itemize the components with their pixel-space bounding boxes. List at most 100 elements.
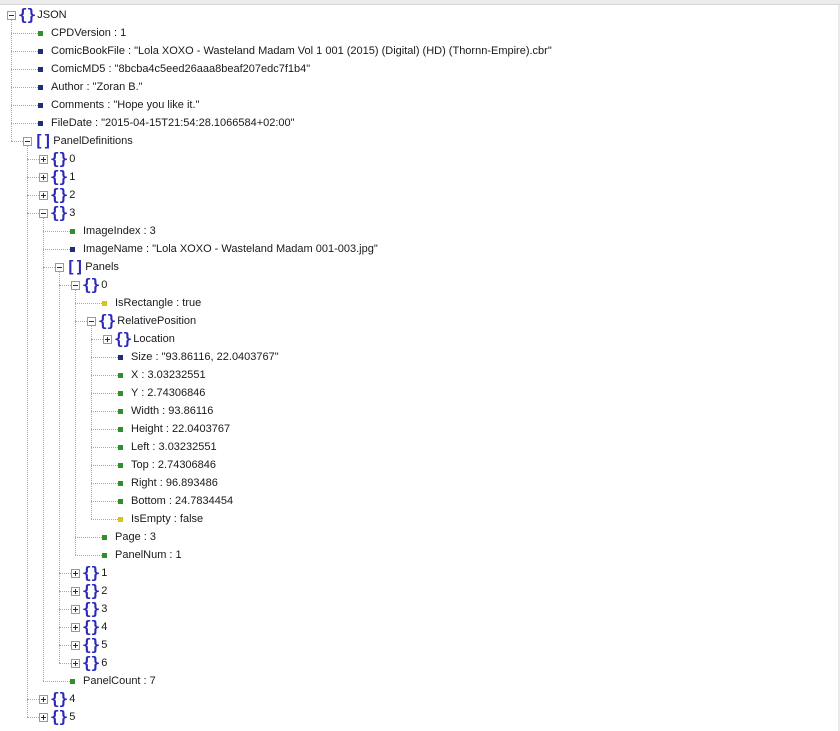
expand-toggle-icon[interactable]: [71, 622, 80, 632]
collapse-toggle-icon[interactable]: [55, 262, 64, 272]
tree-node-object[interactable]: {} 6: [71, 654, 107, 672]
tree-leaf-number[interactable]: ImageIndex : 3: [70, 222, 156, 240]
tree-connector: [91, 339, 103, 340]
expand-toggle-icon[interactable]: [71, 604, 80, 614]
collapse-toggle-icon[interactable]: [7, 10, 16, 20]
tree-guide-line: [91, 325, 92, 519]
collapse-toggle-icon[interactable]: [71, 280, 80, 290]
tree-leaf-boolean[interactable]: IsEmpty : false: [118, 510, 203, 528]
expand-toggle-icon[interactable]: [39, 172, 48, 182]
collapse-toggle-icon[interactable]: [39, 208, 48, 218]
tree-connector: [75, 303, 102, 304]
tree-node-label: FileDate : "2015-04-15T21:54:28.1066584+…: [51, 117, 295, 129]
tree-connector: [59, 609, 71, 610]
tree-node-array[interactable]: [] PanelDefinitions: [23, 132, 133, 150]
expand-toggle-icon[interactable]: [103, 334, 112, 344]
object-braces-icon: {}: [114, 329, 132, 348]
object-braces-icon: {}: [82, 275, 100, 294]
tree-leaf-boolean[interactable]: IsRectangle : true: [102, 294, 201, 312]
tree-node-object[interactable]: {} 1: [39, 168, 75, 186]
object-braces-icon: {}: [82, 653, 100, 672]
tree-node-label: PanelCount : 7: [83, 675, 156, 687]
tree-node-label: Author : "Zoran B.": [51, 81, 143, 93]
number-value-icon: [102, 534, 107, 540]
tree-leaf-string[interactable]: ComicBookFile : "Lola XOXO - Wasteland M…: [38, 42, 552, 60]
tree-node-label: ImageName : "Lola XOXO - Wasteland Madam…: [83, 243, 378, 255]
tree-node-label: JSON: [37, 9, 67, 21]
tree-node-array[interactable]: [] Panels: [55, 258, 119, 276]
expand-toggle-icon[interactable]: [39, 712, 48, 722]
tree-node-label: 5: [69, 711, 76, 723]
tree-connector: [27, 717, 39, 718]
number-value-icon: [118, 480, 123, 486]
string-value-icon: [118, 354, 123, 360]
object-braces-icon: {}: [98, 311, 116, 330]
expand-toggle-icon[interactable]: [39, 154, 48, 164]
number-value-icon: [70, 228, 75, 234]
tree-node-label: ImageIndex : 3: [83, 225, 156, 237]
json-tree-view[interactable]: {} JSON CPDVersion : 1 ComicBookFile : "Lol…: [0, 0, 840, 731]
tree-connector: [27, 213, 39, 214]
expand-toggle-icon[interactable]: [39, 694, 48, 704]
tree-node-object[interactable]: {} 0: [71, 276, 107, 294]
tree-node-label: ComicBookFile : "Lola XOXO - Wasteland M…: [51, 45, 552, 57]
tree-node-object[interactable]: {} 0: [39, 150, 75, 168]
tree-connector: [91, 411, 118, 412]
tree-connector: [59, 627, 71, 628]
tree-node-object[interactable]: {} 2: [39, 186, 75, 204]
tree-leaf-number[interactable]: X : 3.03232551: [118, 366, 206, 384]
tree-node-object[interactable]: {} 3: [39, 204, 75, 222]
tree-connector: [75, 555, 102, 556]
collapse-toggle-icon[interactable]: [23, 136, 32, 146]
tree-node-object[interactable]: {} Location: [103, 330, 175, 348]
number-value-icon: [70, 678, 75, 684]
expand-toggle-icon[interactable]: [71, 586, 80, 596]
collapse-toggle-icon[interactable]: [87, 316, 96, 326]
expand-toggle-icon[interactable]: [71, 568, 80, 578]
tree-connector: [75, 537, 102, 538]
tree-node-label: PanelDefinitions: [53, 135, 133, 147]
tree-node-object[interactable]: {} 5: [39, 708, 75, 726]
tree-leaf-number[interactable]: Left : 3.03232551: [118, 438, 217, 456]
tree-connector: [91, 483, 118, 484]
tree-leaf-string[interactable]: Author : "Zoran B.": [38, 78, 143, 96]
tree-leaf-number[interactable]: Width : 93.86116: [118, 402, 213, 420]
tree-node-label: 2: [69, 189, 76, 201]
tree-node-object[interactable]: {} 4: [71, 618, 107, 636]
number-value-icon: [102, 552, 107, 558]
tree-node-object[interactable]: {} JSON: [7, 6, 67, 24]
tree-connector: [11, 69, 38, 70]
tree-leaf-number[interactable]: PanelCount : 7: [70, 672, 156, 690]
tree-leaf-string[interactable]: FileDate : "2015-04-15T21:54:28.1066584+…: [38, 114, 295, 132]
tree-leaf-number[interactable]: Bottom : 24.7834454: [118, 492, 233, 510]
number-value-icon: [118, 408, 123, 414]
tree-node-object[interactable]: {} 4: [39, 690, 75, 708]
tree-node-label: Right : 96.893486: [131, 477, 218, 489]
expand-toggle-icon[interactable]: [71, 640, 80, 650]
tree-node-object[interactable]: {} 2: [71, 582, 107, 600]
object-braces-icon: {}: [50, 167, 68, 186]
tree-leaf-number[interactable]: Top : 2.74306846: [118, 456, 216, 474]
tree-leaf-string[interactable]: Comments : "Hope you like it.": [38, 96, 199, 114]
tree-node-object[interactable]: {} 3: [71, 600, 107, 618]
tree-leaf-number[interactable]: Height : 22.0403767: [118, 420, 230, 438]
tree-leaf-number[interactable]: Y : 2.74306846: [118, 384, 205, 402]
object-braces-icon: {}: [82, 599, 100, 618]
tree-leaf-number[interactable]: PanelNum : 1: [102, 546, 182, 564]
tree-node-object[interactable]: {} 5: [71, 636, 107, 654]
tree-leaf-string[interactable]: ComicMD5 : "8bcba4c5eed26aaa8beaf207edc7…: [38, 60, 310, 78]
expand-toggle-icon[interactable]: [71, 658, 80, 668]
tree-leaf-number[interactable]: Right : 96.893486: [118, 474, 218, 492]
number-value-icon: [118, 444, 123, 450]
expand-toggle-icon[interactable]: [39, 190, 48, 200]
tree-node-label: CPDVersion : 1: [51, 27, 127, 39]
tree-connector: [43, 249, 70, 250]
tree-connector: [27, 699, 39, 700]
tree-leaf-number[interactable]: Page : 3: [102, 528, 156, 546]
tree-leaf-number[interactable]: CPDVersion : 1: [38, 24, 126, 42]
tree-node-object[interactable]: {} RelativePosition: [87, 312, 196, 330]
tree-leaf-string[interactable]: Size : "93.86116, 22.0403767": [118, 348, 279, 366]
tree-node-object[interactable]: {} 1: [71, 564, 107, 582]
object-braces-icon: {}: [50, 707, 68, 726]
tree-leaf-string[interactable]: ImageName : "Lola XOXO - Wasteland Madam…: [70, 240, 378, 258]
